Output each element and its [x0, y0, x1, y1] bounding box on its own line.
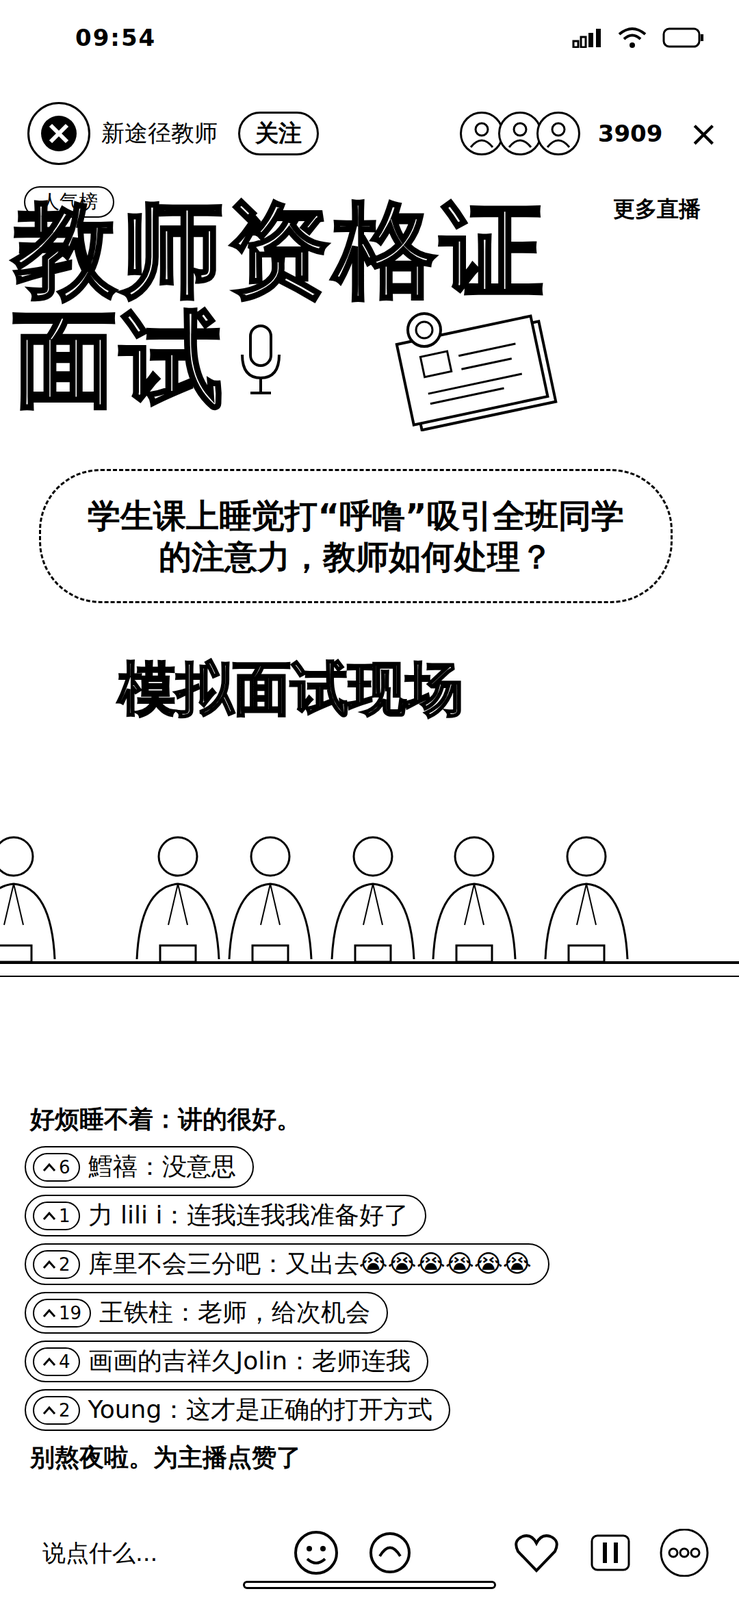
badge-level: 1	[58, 1204, 71, 1226]
comment-message: 老师连我	[312, 1345, 411, 1374]
comment-text: 库里不会三分吧：又出去😭😭😭😭😭😭	[88, 1246, 532, 1281]
channel-logo-icon[interactable]	[27, 101, 91, 165]
comment-user[interactable]: 王铁柱：	[99, 1297, 198, 1326]
status-icons	[572, 26, 705, 50]
fan-badge: 2	[32, 1249, 81, 1279]
comment-message: 没意思	[162, 1151, 237, 1180]
judge-figure	[433, 836, 516, 962]
fan-badge: 4	[32, 1346, 81, 1376]
certificate-icon	[383, 307, 568, 432]
fan-badge: 6	[32, 1152, 81, 1182]
live-video: 人气榜更多直播教师资格证面试学生课上睡觉打“呼噜”吸引全班同学的注意力，教师如何…	[0, 191, 739, 1600]
more-options-icon[interactable]	[656, 1524, 712, 1580]
clock: 09:54	[75, 23, 157, 52]
badge-chevron-icon	[42, 1404, 57, 1416]
judge-figure	[136, 836, 219, 962]
comment-text: 画画的吉祥久Jolin：老师连我	[88, 1343, 411, 1378]
signal-icon	[572, 27, 603, 48]
viewer-avatar-icon[interactable]	[459, 111, 504, 156]
judge-figure	[545, 836, 628, 962]
badge-chevron-icon	[42, 1306, 57, 1318]
comment-user[interactable]: 库里不会三分吧：	[88, 1248, 286, 1277]
question-wrap: 学生课上睡觉打“呼噜”吸引全班同学的注意力，教师如何处理？	[0, 468, 739, 603]
comment-message: 讲的很好。	[177, 1104, 302, 1133]
badge-chevron-icon	[42, 1355, 57, 1367]
comment-user[interactable]: 好烦睡不着：	[30, 1104, 178, 1133]
comment-row[interactable]: 4 画画的吉祥久Jolin：老师连我	[24, 1339, 429, 1382]
home-indicator[interactable]	[242, 1579, 497, 1589]
fan-badge: 1	[32, 1200, 81, 1230]
comment-message: 别熬夜啦。为主播点赞了	[30, 1442, 302, 1471]
banner-title: 教师资格证面试	[0, 198, 739, 418]
close-button[interactable]: ×	[688, 115, 719, 152]
follow-button[interactable]: 关注	[238, 111, 319, 156]
comment-composer	[0, 1524, 739, 1580]
pause-icon[interactable]	[582, 1524, 638, 1580]
fan-badge: 2	[32, 1395, 81, 1424]
comment-message: 老师，给次机会	[197, 1297, 371, 1326]
comment-row[interactable]: 2 Young：这才是正确的打开方式	[24, 1388, 451, 1431]
badge-level: 19	[58, 1302, 82, 1323]
comment-row[interactable]: 19 王铁柱：老师，给次机会	[24, 1291, 388, 1333]
comment-list: 好烦睡不着：讲的很好。 6 鱈禧：没意思 1 力 lili i：连我连我我准备好了 2 库里…	[0, 1098, 739, 1477]
wifi-icon	[617, 26, 648, 50]
judge-figure	[229, 836, 312, 962]
comment-user[interactable]: Young：	[88, 1394, 187, 1423]
comment-row[interactable]: 别熬夜啦。为主播点赞了	[24, 1436, 307, 1477]
comment-text: 王铁柱：老师，给次机会	[99, 1295, 371, 1329]
title-text: 面试	[13, 307, 228, 411]
badge-chevron-icon	[42, 1258, 57, 1270]
judge-figure	[331, 836, 414, 962]
viewer-avatar-icon[interactable]	[498, 111, 542, 156]
gift-icon[interactable]	[362, 1524, 418, 1580]
title-line: 面试	[13, 301, 739, 418]
comment-text: 别熬夜啦。为主播点赞了	[30, 1440, 302, 1474]
badge-level: 4	[58, 1350, 71, 1372]
comment-text: 力 lili i：连我连我我准备好了	[88, 1198, 410, 1232]
comment-user[interactable]: 画画的吉祥久Jolin：	[88, 1345, 313, 1374]
comment-message: 这才是正确的打开方式	[186, 1394, 433, 1423]
live-header: 新途径教师关注 3909 ×	[0, 75, 739, 192]
comment-message: 又出去😭😭😭😭😭😭	[285, 1248, 532, 1277]
viewer-count[interactable]: 3909	[598, 119, 664, 148]
comment-user[interactable]: 力 lili i：	[88, 1200, 188, 1229]
title-line: 教师资格证	[13, 198, 739, 302]
comment-message: 连我连我我准备好了	[186, 1200, 409, 1229]
status-bar: 09:54	[0, 0, 739, 76]
comment-row[interactable]: 2 库里不会三分吧：又出去😭😭😭😭😭😭	[24, 1242, 550, 1285]
comment-row[interactable]: 6 鱈禧：没意思	[24, 1145, 254, 1188]
comment-row[interactable]: 1 力 lili i：连我连我我准备好了	[24, 1194, 427, 1236]
channel-name[interactable]: 新途径教师	[101, 117, 218, 150]
comment-row[interactable]: 好烦睡不着：讲的很好。	[24, 1098, 307, 1139]
comment-user[interactable]: 鱈禧：	[88, 1151, 163, 1180]
comment-input[interactable]	[41, 1537, 270, 1567]
interview-panel	[0, 821, 739, 983]
viewer-avatar-icon[interactable]	[536, 111, 581, 156]
banner-subtitle: 模拟面试现场	[0, 657, 739, 720]
microphone-icon	[236, 321, 285, 397]
judge-figure	[0, 836, 55, 962]
badge-level: 6	[58, 1156, 71, 1177]
more-lives-button[interactable]: 更多直播	[608, 192, 705, 226]
live-screen: 09:54 新途径教师关注 3909 × 人气榜更多直播教师资格证面试学生课上睡觉打“呼…	[0, 0, 739, 1600]
badge-chevron-icon	[42, 1161, 57, 1173]
badge-level: 2	[58, 1399, 71, 1420]
heart-icon[interactable]	[509, 1524, 564, 1580]
badge-level: 2	[58, 1253, 71, 1275]
badge-chevron-icon	[42, 1209, 57, 1221]
viewer-avatars	[465, 111, 581, 156]
question-bubble: 学生课上睡觉打“呼噜”吸引全班同学的注意力，教师如何处理？	[39, 468, 673, 603]
emoji-icon[interactable]	[288, 1524, 344, 1580]
comment-text: Young：这才是正确的打开方式	[88, 1392, 434, 1426]
comment-text: 鱈禧：没意思	[88, 1149, 237, 1184]
battery-icon	[662, 26, 705, 49]
comment-text: 好烦睡不着：讲的很好。	[30, 1102, 302, 1136]
fan-badge: 19	[32, 1298, 92, 1327]
